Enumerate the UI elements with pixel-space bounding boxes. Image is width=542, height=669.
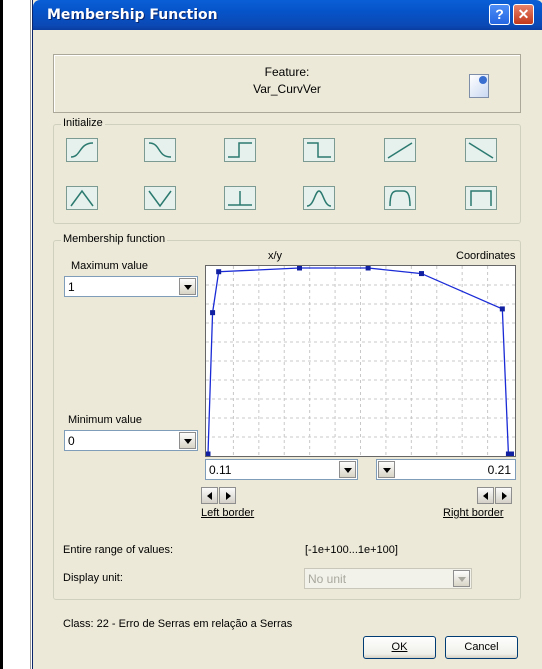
left-divider-line: [30, 0, 31, 669]
membership-plot-svg: [205, 265, 515, 457]
initialize-group: [53, 124, 521, 224]
shape-bell-button[interactable]: [303, 186, 335, 210]
ok-button[interactable]: OK: [363, 636, 436, 659]
chevron-down-icon[interactable]: [453, 570, 470, 587]
curve-control-point[interactable]: [499, 306, 505, 312]
initialize-label: Initialize: [61, 117, 105, 129]
curve-control-point[interactable]: [508, 451, 514, 457]
shape-triangle-button[interactable]: [66, 186, 98, 210]
minimum-value-label: Minimum value: [68, 414, 142, 426]
shape-s-curve-rising-button[interactable]: [66, 138, 98, 162]
chevron-down-icon[interactable]: [339, 461, 356, 478]
curve-control-point[interactable]: [216, 269, 222, 275]
curve-control-point[interactable]: [205, 451, 211, 457]
left-border-value: 0.11: [209, 463, 232, 477]
display-unit-value: No unit: [308, 572, 347, 586]
shape-step-down-button[interactable]: [303, 138, 335, 162]
membership-dialog: Membership Function ? ✕ Feature: Var_Cur…: [32, 0, 542, 669]
right-border-increase-button[interactable]: [495, 487, 512, 504]
shape-ramp-up-button[interactable]: [384, 138, 416, 162]
left-edge-line: [0, 0, 3, 669]
dialog-title: Membership Function: [47, 7, 218, 23]
feature-label: Feature:: [264, 65, 310, 79]
ok-button-label: OK: [391, 641, 408, 653]
shape-v-shape-button[interactable]: [144, 186, 176, 210]
right-border-value: 0.21: [487, 463, 511, 477]
xy-label: x/y: [268, 250, 283, 262]
curve-control-point[interactable]: [365, 265, 371, 271]
right-border-combo[interactable]: 0.21: [376, 459, 516, 480]
curve-control-point[interactable]: [210, 310, 216, 316]
left-border-label: Left border: [201, 507, 255, 519]
maximum-value-combo[interactable]: 1: [64, 276, 198, 297]
help-button[interactable]: ?: [489, 4, 510, 25]
feature-name: Var_CurvVer: [253, 82, 321, 96]
coordinates-label: Coordinates: [456, 250, 516, 262]
class-status-text: Class: 22 - Erro de Serras em relação a …: [63, 618, 293, 630]
chevron-down-icon[interactable]: [179, 278, 196, 295]
curve-control-point[interactable]: [419, 271, 424, 277]
chevron-down-icon[interactable]: [378, 461, 395, 478]
shape-inverted-t-button[interactable]: [224, 186, 256, 210]
membership-function-label: Membership function: [61, 233, 168, 245]
shape-s-curve-falling-button[interactable]: [144, 138, 176, 162]
shape-step-up-button[interactable]: [224, 138, 256, 162]
title-bar[interactable]: Membership Function ? ✕: [33, 0, 542, 30]
cancel-button-label: Cancel: [464, 641, 499, 653]
left-border-decrease-button[interactable]: [201, 487, 218, 504]
left-border-combo[interactable]: 0.11: [205, 459, 358, 480]
maximum-value-text: 1: [68, 280, 75, 294]
chevron-down-icon[interactable]: [179, 432, 196, 449]
shape-ramp-down-button[interactable]: [465, 138, 497, 162]
shape-rounded-trapezoid-button[interactable]: [384, 186, 416, 210]
feature-panel: Feature: Var_CurvVer: [53, 54, 521, 113]
shape-rectangle-button[interactable]: [465, 186, 497, 210]
maximum-value-label: Maximum value: [71, 260, 149, 272]
display-unit-combo[interactable]: No unit: [304, 568, 472, 589]
close-button[interactable]: ✕: [513, 4, 534, 25]
display-unit-label: Display unit:: [63, 572, 123, 584]
right-border-label: Right border: [443, 507, 504, 519]
right-border-decrease-button[interactable]: [477, 487, 494, 504]
membership-plot[interactable]: [205, 265, 516, 457]
cancel-button[interactable]: Cancel: [445, 636, 518, 659]
left-border-increase-button[interactable]: [219, 487, 236, 504]
minimum-value-combo[interactable]: 0: [64, 430, 198, 451]
curve-control-point[interactable]: [297, 265, 302, 271]
minimum-value-text: 0: [68, 434, 75, 448]
entire-range-value: [-1e+100...1e+100]: [305, 544, 398, 556]
entire-range-label: Entire range of values:: [63, 544, 174, 556]
document-icon[interactable]: [469, 74, 489, 98]
